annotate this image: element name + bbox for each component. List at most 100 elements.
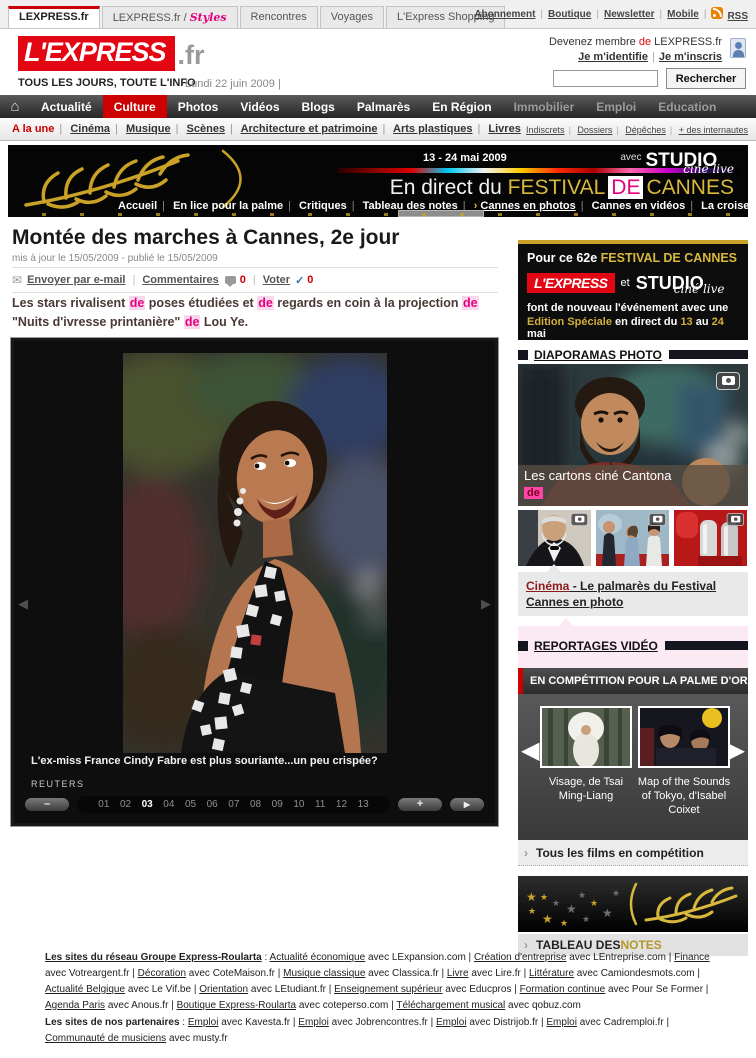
thumbnail-red-carpet-group[interactable]	[596, 510, 669, 566]
tab-lexpress[interactable]: LEXPRESS.fr	[8, 6, 100, 28]
subnav-dossiers[interactable]: Dossiers	[577, 125, 622, 135]
pager-play-button[interactable]: ▶	[450, 798, 484, 811]
subnav-architecture[interactable]: Architecture et patrimoine	[241, 123, 391, 135]
gallery-photo	[123, 353, 387, 753]
separator: |	[652, 51, 655, 63]
photo-next-arrow[interactable]: ▶	[481, 596, 491, 612]
photo-prev-arrow[interactable]: ◀	[18, 596, 28, 612]
link-abonnement[interactable]: Abonnement	[474, 9, 548, 20]
nav-actualite[interactable]: Actualité	[30, 95, 103, 118]
link-boutique[interactable]: Boutique	[548, 9, 604, 20]
pager-page[interactable]: 06	[207, 799, 218, 810]
site-logo[interactable]: L'EXPRESS .fr	[18, 36, 204, 71]
subnav-a-la-une[interactable]: A la une	[12, 123, 67, 135]
pager-page[interactable]: 02	[120, 799, 131, 810]
reportages-title[interactable]: REPORTAGES VIDÉO	[534, 639, 658, 653]
header-date: Lundi 22 juin 2009 |	[185, 78, 281, 90]
signup-link[interactable]: Je m'inscris	[659, 51, 722, 63]
member-de: de	[639, 36, 651, 48]
pager-plus-button[interactable]: +	[398, 798, 442, 811]
logo-fr: .fr	[177, 40, 204, 71]
subnav-musique[interactable]: Musique	[126, 123, 183, 135]
home-icon[interactable]: ⌂	[0, 95, 30, 118]
header-bar	[665, 641, 748, 650]
subnav-cinema[interactable]: Cinéma	[70, 123, 123, 135]
tab-styles[interactable]: LEXPRESS.fr / Styles	[102, 6, 238, 28]
star-icon: ★	[566, 902, 577, 916]
vote-link[interactable]: Voter	[263, 274, 290, 286]
login-link[interactable]: Je m'identifie	[578, 51, 648, 63]
pager-page[interactable]: 12	[336, 799, 347, 810]
pager-page[interactable]: 01	[98, 799, 109, 810]
star-icon: ★	[582, 914, 590, 925]
fnav-accueil[interactable]: Accueil	[118, 200, 170, 212]
video-caption-map[interactable]: Map of the Sounds of Tokyo, d'Isabel Coi…	[636, 776, 732, 817]
tab-voyages[interactable]: Voyages	[320, 6, 384, 28]
nav-region[interactable]: En Région	[421, 95, 502, 118]
pager-page[interactable]: 08	[250, 799, 261, 810]
link-newsletter[interactable]: Newsletter	[604, 9, 667, 20]
pager-page[interactable]: 11	[315, 799, 325, 810]
footer-network-links[interactable]: Les sites du réseau Groupe Express-Roula…	[45, 950, 713, 1014]
nav-photos[interactable]: Photos	[167, 95, 230, 118]
fnav-palme[interactable]: En lice pour la palme	[173, 200, 296, 212]
video-caption-visage[interactable]: Visage, de Tsai Ming-Liang	[538, 776, 634, 804]
banner-scrubber[interactable]	[398, 210, 484, 217]
video-thumb-map-of-sounds[interactable]	[638, 706, 730, 768]
email-link[interactable]: Envoyer par e-mail	[27, 274, 125, 286]
nav-blogs[interactable]: Blogs	[291, 95, 346, 118]
thumbnail-boots[interactable]	[674, 510, 747, 566]
pager-page[interactable]: 07	[228, 799, 239, 810]
fnav-croisette[interactable]: La croisette	[701, 200, 748, 212]
pager-page[interactable]: 09	[272, 799, 283, 810]
pager-page[interactable]: 04	[163, 799, 174, 810]
pager-page-current[interactable]: 03	[142, 799, 153, 810]
video-thumb-visage[interactable]	[540, 706, 632, 768]
thumbnail-haneke[interactable]	[518, 510, 591, 566]
fnav-photos-active[interactable]: ›Cannes en photos	[474, 200, 589, 212]
member-prefix: Devenez membre	[549, 36, 639, 48]
star-icon: ★	[560, 918, 568, 929]
fnav-critiques[interactable]: Critiques	[299, 200, 360, 212]
footer-partner-links[interactable]: Les sites de nos partenaires : Emploi av…	[45, 1015, 713, 1047]
cinema-palmares-link[interactable]: Cinéma - Le palmarès du Festival Cannes …	[518, 572, 748, 616]
tagline: TOUS LES JOURS, TOUTE L'INFO	[18, 77, 196, 89]
sub-nav: A la une Cinéma Musique Scènes Architect…	[0, 118, 756, 141]
nav-emploi[interactable]: Emploi	[585, 95, 647, 118]
competition-video-box: EN COMPÉTITION POUR LA PALME D'OR ◀ ▶	[518, 668, 748, 840]
comments-link[interactable]: Commentaires	[142, 274, 218, 286]
pager-page[interactable]: 13	[358, 799, 369, 810]
subnav-arts[interactable]: Arts plastiques	[393, 123, 485, 135]
link-rss[interactable]: RSS	[711, 7, 748, 22]
nav-immobilier[interactable]: Immobilier	[503, 95, 586, 118]
diaporamas-title[interactable]: DIAPORAMAS PHOTO	[534, 348, 662, 362]
article-actions: ✉ Envoyer par e-mail | Commentaires 0 | …	[12, 267, 498, 293]
nav-videos[interactable]: Vidéos	[229, 95, 290, 118]
notes-banner[interactable]: ★ ★ ★ ★ ★ ★ ★ ★ ★ ★ ★ ★	[518, 876, 748, 932]
banner-title-cannes: CANNES	[646, 176, 734, 199]
subnav-depeches[interactable]: Dépêches	[625, 125, 676, 135]
search-input[interactable]	[553, 70, 658, 87]
pager-page[interactable]: 10	[293, 799, 304, 810]
link-mobile[interactable]: Mobile	[667, 9, 711, 20]
subnav-scenes[interactable]: Scènes	[187, 123, 238, 135]
pager-page[interactable]: 05	[185, 799, 196, 810]
fnav-videos[interactable]: Cannes en vidéos	[592, 200, 698, 212]
subnav-internautes[interactable]: + des internautes	[679, 125, 748, 135]
nav-education[interactable]: Education	[647, 95, 727, 118]
promo-line1-gold: FESTIVAL DE CANNES	[601, 251, 737, 265]
subnav-left: A la une Cinéma Musique Scènes Architect…	[12, 123, 521, 135]
star-icon: ★	[612, 888, 620, 899]
tab-rencontres[interactable]: Rencontres	[240, 6, 318, 28]
nav-palmares[interactable]: Palmarès	[346, 95, 421, 118]
search-button[interactable]: Rechercher	[666, 68, 746, 89]
subnav-livres[interactable]: Livres	[488, 123, 520, 135]
nav-culture[interactable]: Culture	[103, 95, 167, 118]
all-films-link[interactable]: › Tous les films en compétition	[518, 840, 748, 866]
pager-minus-button[interactable]: –	[25, 798, 69, 811]
carousel-prev-arrow[interactable]: ◀	[521, 736, 539, 765]
photo-pager: – 01 02 03 04 05 06 07 08 09 10 11 12 13…	[25, 794, 484, 814]
subnav-indiscrets[interactable]: Indiscrets	[526, 125, 575, 135]
diaporama-main-photo[interactable]: Les cartons ciné Cantona de	[518, 364, 748, 506]
comments-count: 0	[240, 274, 246, 286]
